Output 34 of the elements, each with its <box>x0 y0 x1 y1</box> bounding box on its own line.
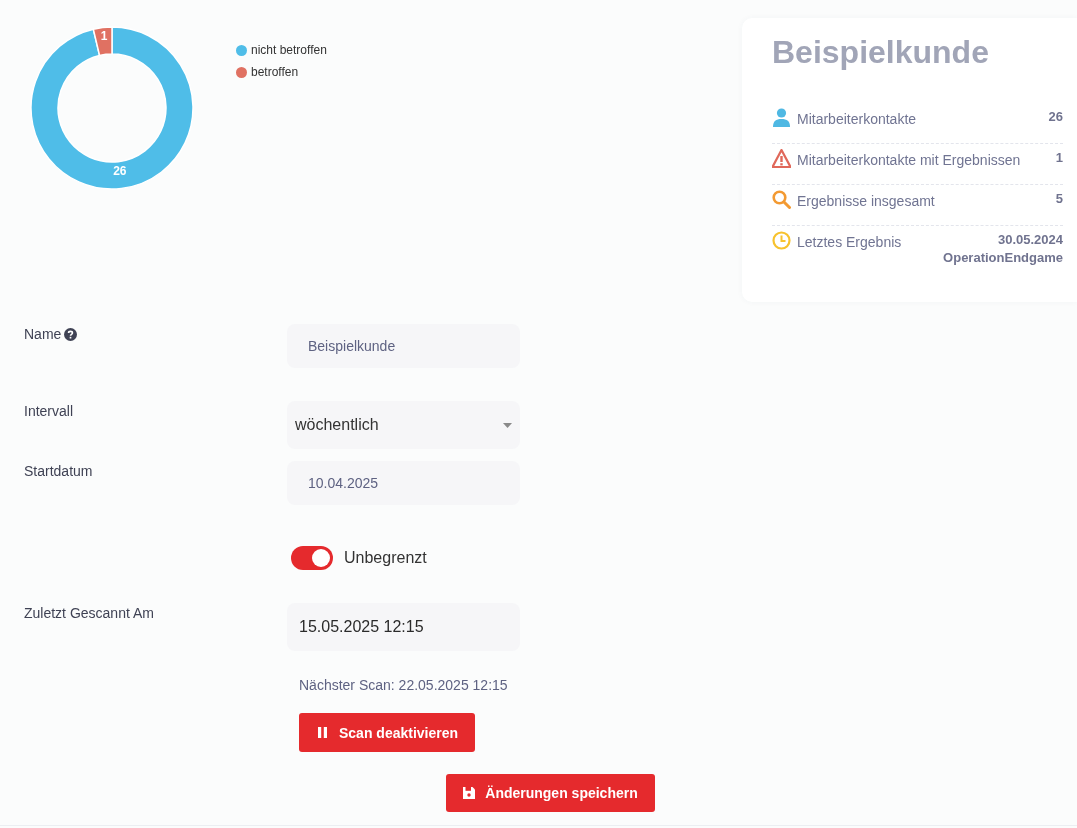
stat-value: 1 <box>1055 149 1063 167</box>
stat-label: Mitarbeiterkontakte <box>797 110 917 128</box>
field-label: Name <box>24 325 62 344</box>
deactivate-scan-button[interactable]: Scan deaktivieren <box>299 713 476 752</box>
person-icon <box>772 108 791 127</box>
stat-label: Mitarbeiterkontakte mit Ergebnissen <box>797 151 1021 169</box>
stat-value: 26 <box>1048 108 1063 126</box>
card-title: Beispielkunde <box>772 33 990 72</box>
help-icon[interactable] <box>64 327 78 341</box>
stat-value-detail: OperationEndgame <box>943 249 1063 267</box>
field-label: Intervall <box>24 402 74 421</box>
caret-icon <box>503 422 512 428</box>
date-input[interactable]: 10.04.2025 <box>287 461 520 505</box>
warning-icon <box>772 149 791 168</box>
save-button[interactable]: Änderungen speichern <box>446 774 655 812</box>
pause-icon <box>318 727 327 738</box>
stat-value: 30.05.2024 <box>997 231 1063 249</box>
next-scan-text: Nächster Scan: 22.05.2025 12:15 <box>299 676 508 694</box>
field-label: Zuletzt Gescannt Am <box>24 604 154 623</box>
slice-value-label: 26 <box>113 164 127 179</box>
name-input[interactable]: Beispielkunde <box>287 324 520 368</box>
clock-icon <box>772 231 791 250</box>
stat-value: 5 <box>1055 190 1063 208</box>
stat-label: Letztes Ergebnis <box>797 233 902 251</box>
legend-label: nicht betroffen <box>251 42 327 58</box>
last-scan-field[interactable]: 15.05.2025 12:15 <box>287 603 520 651</box>
stat-label: Ergebnisse insgesamt <box>797 192 935 210</box>
slice-value-label: 1 <box>100 29 108 44</box>
search-icon <box>772 190 791 209</box>
toggle-switch[interactable] <box>291 546 333 570</box>
toggle-label: Unbegrenzt <box>344 548 427 568</box>
interval-select[interactable]: wöchentlich <box>287 401 520 449</box>
legend-label: betroffen <box>251 64 299 80</box>
field-label: Startdatum <box>24 462 93 481</box>
